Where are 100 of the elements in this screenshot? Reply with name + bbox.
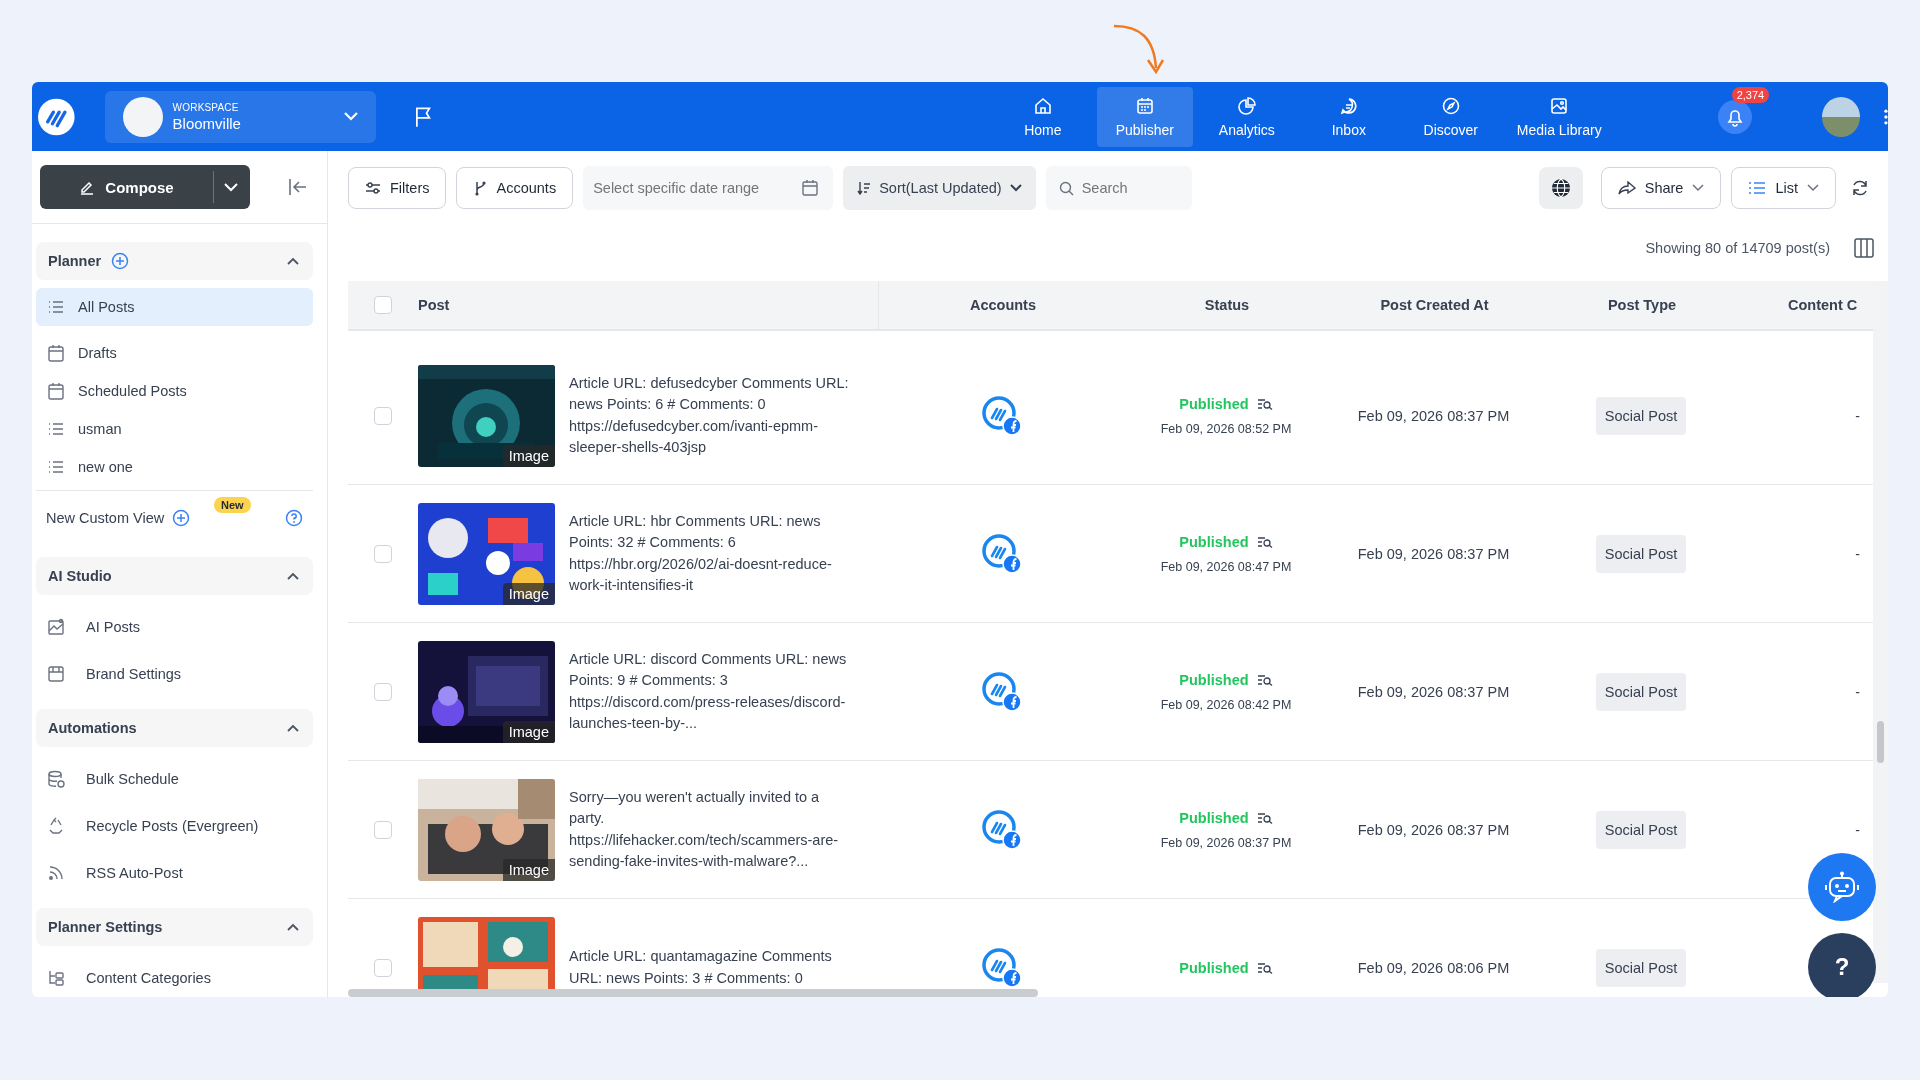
section-header[interactable]: AI Studio: [36, 557, 313, 595]
share-icon: [1617, 181, 1636, 195]
search-field[interactable]: Search: [1045, 166, 1192, 210]
sidebar-item[interactable]: RSS Auto-Post: [36, 849, 313, 896]
row-checkbox[interactable]: [374, 682, 392, 701]
chevron-up-icon[interactable]: [287, 572, 299, 580]
scrollbar-thumb[interactable]: [348, 989, 1038, 997]
globe-button[interactable]: [1538, 167, 1583, 209]
pie-chart-icon: [1236, 95, 1257, 116]
new-badge: New: [214, 497, 251, 513]
content-category: -: [1855, 407, 1860, 424]
status-label: Published: [1179, 671, 1249, 688]
status-time: Feb 09, 2026 08:42 PM: [1160, 697, 1292, 712]
view-button[interactable]: List: [1731, 167, 1836, 209]
sidebar-item[interactable]: All Posts: [36, 288, 313, 326]
row-checkbox[interactable]: [374, 958, 392, 977]
chevron-up-icon[interactable]: [287, 257, 299, 265]
row-checkbox[interactable]: [374, 820, 392, 839]
custom-view-label: New Custom View: [46, 510, 165, 526]
add-icon[interactable]: [172, 509, 191, 527]
robot-icon: [1824, 871, 1860, 903]
post-type-tag: Social Post: [1595, 672, 1687, 711]
nav-tab[interactable]: Discover: [1402, 86, 1499, 147]
section-header[interactable]: Planner Settings: [36, 908, 313, 946]
sidebar-item[interactable]: usman: [36, 410, 313, 448]
chevron-up-icon[interactable]: [287, 923, 299, 931]
status-label: Published: [1179, 809, 1249, 826]
help-button[interactable]: ?: [1808, 933, 1876, 997]
sidebar-item[interactable]: Brand Settings: [36, 650, 313, 697]
sidebar-item[interactable]: Drafts: [36, 334, 313, 372]
section-title: Automations: [48, 720, 137, 736]
refresh-icon[interactable]: [1850, 178, 1870, 198]
details-icon[interactable]: [1256, 811, 1273, 824]
status-label: Published: [1179, 959, 1249, 976]
user-avatar[interactable]: [1821, 96, 1861, 137]
collapse-icon[interactable]: [288, 178, 308, 196]
column-header: Post Type: [1606, 297, 1678, 313]
home-icon: [1032, 95, 1053, 116]
sort-button[interactable]: Sort(Last Updated): [843, 166, 1036, 210]
gallery-icon: [1549, 95, 1570, 116]
post-text: Article URL: quantamagazine Comments URL: news Points: 3 # Comments: 0: [569, 947, 833, 988]
date-range-field[interactable]: Select specific date range: [583, 166, 834, 210]
sidebar-item[interactable]: Recycle Posts (Evergreen): [36, 802, 313, 849]
details-icon[interactable]: [1256, 397, 1273, 410]
account-avatar-icon: [982, 395, 1022, 436]
chevron-down-icon: [1807, 184, 1819, 192]
section-title: Planner: [48, 253, 102, 269]
share-button[interactable]: Share: [1600, 167, 1722, 209]
columns-icon[interactable]: [1854, 238, 1874, 258]
account-avatar-icon: [982, 947, 1022, 988]
sidebar-item[interactable]: AI Posts: [36, 603, 313, 650]
post-type-tag: Social Post: [1595, 534, 1687, 573]
sliders-icon: [365, 182, 381, 194]
add-icon[interactable]: [111, 252, 130, 270]
help-icon[interactable]: [285, 509, 303, 527]
more-icon[interactable]: [1884, 108, 1888, 125]
post-text: Article URL: defusedcyber Comments URL: news Points: 6 # Comments: 0 https://defusedcyber.com/ivanti-epmm-sleeper-shells-403jsp: [569, 373, 849, 457]
workspace-selector[interactable]: WORKSPACE Bloomville: [104, 90, 376, 143]
created-date: Feb 09, 2026 08:37 PM: [1357, 407, 1510, 424]
status-time: Feb 09, 2026 08:47 PM: [1160, 559, 1292, 574]
nav-tab[interactable]: Media Library: [1504, 86, 1614, 147]
details-icon[interactable]: [1256, 961, 1273, 974]
filters-button[interactable]: Filters: [348, 167, 447, 209]
compass-icon: [1440, 95, 1461, 116]
row-checkbox[interactable]: [374, 544, 392, 563]
sidebar-item[interactable]: Bulk Schedule: [36, 755, 313, 802]
created-date: Feb 09, 2026 08:37 PM: [1357, 821, 1510, 838]
details-icon[interactable]: [1256, 535, 1273, 548]
nav-tab[interactable]: Analytics: [1198, 86, 1295, 147]
calendar-icon: [801, 179, 820, 197]
row-checkbox[interactable]: [374, 406, 392, 425]
accounts-button[interactable]: Accounts: [456, 167, 574, 209]
sidebar-item[interactable]: Content Categories: [36, 954, 313, 997]
column-header: Content C: [1787, 297, 1859, 313]
chevron-down-icon: [224, 182, 238, 192]
section-header[interactable]: Automations: [36, 709, 313, 747]
column-header: Post: [418, 281, 879, 329]
search-icon: [1058, 181, 1074, 196]
sidebar-item[interactable]: new one: [36, 448, 313, 486]
logo-icon[interactable]: [38, 97, 75, 136]
bell-icon[interactable]: [1717, 99, 1752, 134]
sidebar-item[interactable]: Scheduled Posts: [36, 372, 313, 410]
compose-button[interactable]: Compose: [40, 165, 250, 209]
content-category: -: [1855, 545, 1860, 562]
select-all-checkbox[interactable]: [374, 296, 392, 314]
nav-tab[interactable]: Home: [994, 86, 1091, 147]
nav-tab[interactable]: Publisher: [1096, 86, 1193, 147]
post-text: Sorry—you weren't actually invited to a party. https://lifehacker.com/tech/scammers-are-sending-fake-invites-with-malware?...: [569, 787, 840, 871]
column-header: Accounts: [968, 297, 1038, 313]
scrollbar-thumb[interactable]: [1877, 721, 1884, 763]
chevron-up-icon[interactable]: [287, 724, 299, 732]
workspace-avatar: [122, 96, 163, 137]
post-text: Article URL: discord Comments URL: news Points: 9 # Comments: 3 https://discord.com/press-releases/discord-launches-teen-by-...: [569, 649, 848, 733]
post-type-tag: Social Post: [1595, 948, 1687, 987]
nav-tab[interactable]: Inbox: [1300, 86, 1397, 147]
status-label: Published: [1179, 395, 1249, 412]
flag-icon[interactable]: [413, 105, 433, 128]
section-header[interactable]: Planner: [36, 242, 313, 280]
post-type-tag: Social Post: [1595, 396, 1687, 435]
details-icon[interactable]: [1256, 673, 1273, 686]
